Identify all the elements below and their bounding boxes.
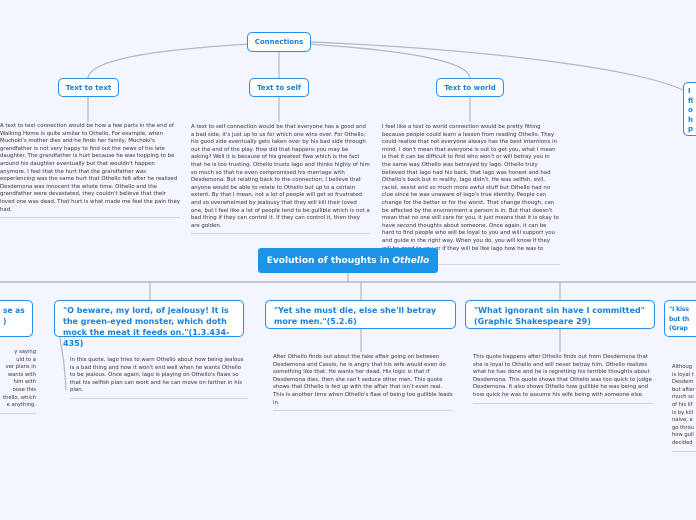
text-to-world-node[interactable]: Text to world — [436, 78, 504, 97]
node-label: Text to self — [257, 83, 301, 92]
quote-node-1[interactable]: se as ) — [0, 300, 33, 337]
text-to-text-node[interactable]: Text to text — [58, 78, 119, 97]
quote-note-4: This quote happens after Othello finds o… — [473, 354, 653, 404]
central-topic-label: Evolution of thoughts in — [266, 255, 393, 266]
quote-note-5: Althoug is loyal t Desdem but after much… — [672, 364, 696, 452]
text-to-text-note: A text to text connection would be how a… — [0, 123, 180, 219]
node-label: Text to world — [444, 83, 496, 92]
quote-node-4[interactable]: "What ignorant sin have I committed" (Gr… — [465, 300, 655, 329]
quote-node-2[interactable]: "O beware, my lord, of jealousy! It is t… — [54, 300, 244, 348]
quote-note-3: After Othello finds out about the fake a… — [273, 354, 453, 412]
node-label: Text to text — [65, 83, 112, 92]
node-label: Connections — [254, 38, 304, 46]
text-to-self-node[interactable]: Text to self — [249, 78, 309, 97]
quote-node-5[interactable]: "I kiss but th (Grap — [664, 300, 696, 337]
text-to-self-note: A text to self connection would be that … — [191, 124, 370, 235]
central-topic-italic: Othello — [392, 255, 430, 266]
connections-node[interactable]: Connections — [247, 32, 311, 52]
quote-node-3[interactable]: "Yet she must die, else she'll betray mo… — [265, 300, 456, 329]
central-topic[interactable]: Evolution of thoughts in Othello — [258, 248, 438, 273]
quote-note-2: In this quote, Iago tries to warn Othell… — [70, 357, 248, 399]
quote-note-1: y saying uld to a ver plans in wants wit… — [0, 349, 36, 414]
text-to-world-note: I feel like a text to world connection w… — [382, 124, 560, 265]
partial-right-node[interactable]: I fi o h p — [683, 82, 696, 136]
